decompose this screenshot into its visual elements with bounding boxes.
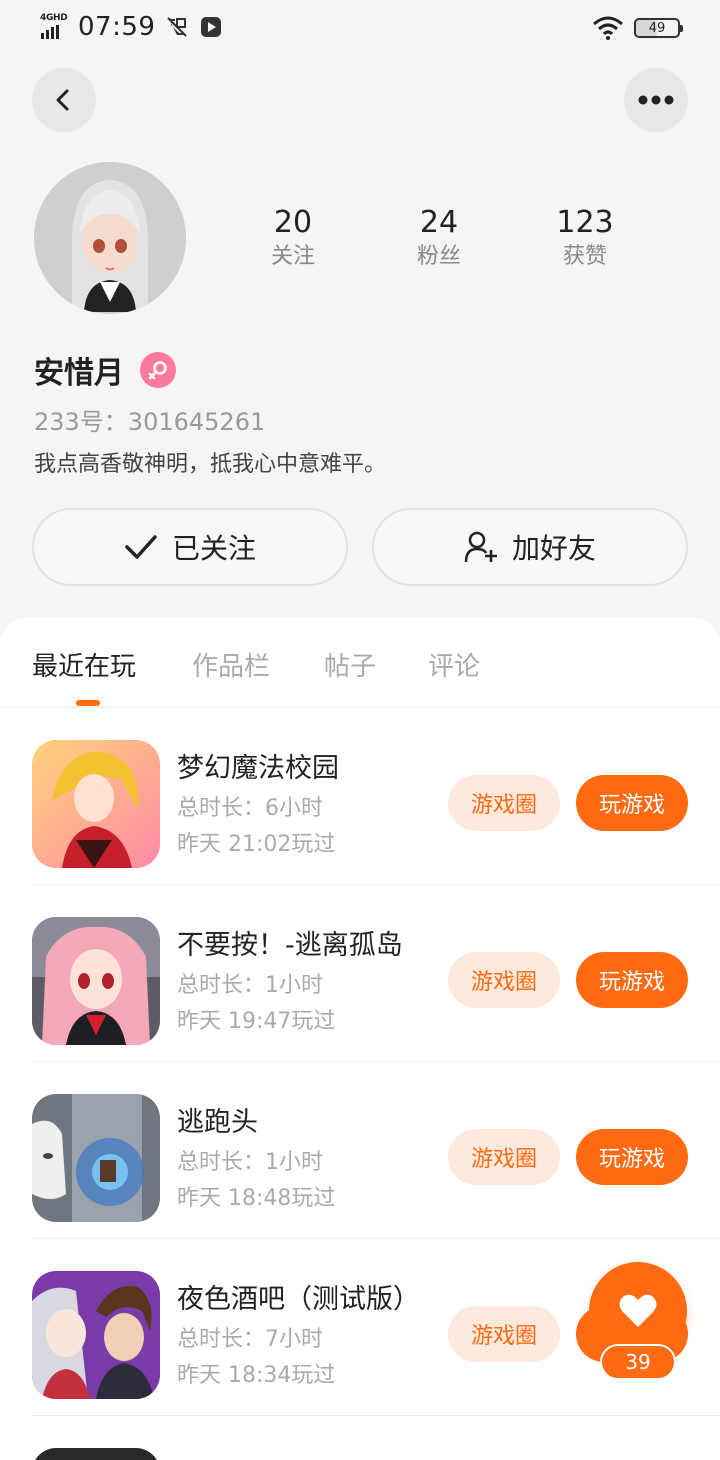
game-last-played: 昨天 18:48玩过 — [177, 1186, 336, 1211]
game-duration: 总时长：1小时 — [177, 1150, 323, 1175]
user-id: 233号：301645261 — [34, 408, 266, 436]
stat-following[interactable]: 20 关注 — [220, 204, 366, 272]
game-circle-button[interactable]: 游戏圈 — [448, 952, 560, 1008]
game-last-played: 昨天 18:34玩过 — [177, 1363, 336, 1388]
game-row[interactable]: 梦幻魔法校园 总时长：6小时 昨天 21:02玩过 游戏圈 玩游戏 — [32, 708, 720, 885]
tab-works[interactable]: 作品栏 — [192, 646, 270, 683]
play-game-button[interactable]: 玩游戏 — [576, 775, 688, 831]
username: 安惜月 — [34, 356, 124, 391]
chevron-left-icon — [56, 89, 69, 111]
back-button[interactable] — [32, 68, 96, 132]
status-bar: 4GHD 07:59 49 — [0, 0, 720, 56]
profile-stats: 20 关注 24 粉丝 123 获赞 — [220, 204, 660, 272]
signal-icon: 4GHD — [40, 13, 72, 41]
stat-label: 关注 — [270, 244, 315, 269]
tab-posts[interactable]: 帖子 — [324, 646, 376, 683]
game-row[interactable]: 逃跑头 总时长：1小时 昨天 18:48玩过 游戏圈 玩游戏 — [32, 1062, 720, 1239]
game-last-played: 昨天 21:02玩过 — [177, 832, 336, 857]
stat-value: 123 — [556, 205, 614, 240]
tab-bar: 最近在玩 作品栏 帖子 评论 — [0, 618, 720, 708]
tab-comments[interactable]: 评论 — [428, 646, 480, 683]
play-game-button[interactable]: 玩游戏 — [576, 1129, 688, 1185]
divider — [32, 1415, 720, 1416]
game-duration: 总时长：1小时 — [177, 973, 323, 998]
game-title: 逃跑头 — [177, 1107, 258, 1138]
like-count: 39 — [600, 1344, 676, 1380]
game-circle-button[interactable]: 游戏圈 — [448, 775, 560, 831]
more-dots-icon — [638, 95, 674, 105]
game-last-played: 昨天 19:47玩过 — [177, 1009, 336, 1034]
stat-label: 粉丝 — [416, 244, 461, 269]
game-circle-button[interactable]: 游戏圈 — [448, 1129, 560, 1185]
game-title: 梦幻魔法校园 — [177, 753, 339, 784]
tab-indicator — [76, 700, 100, 706]
game-title: 夜色酒吧（测试版） — [177, 1284, 420, 1315]
notification-icon — [167, 17, 188, 37]
user-bio: 我点高香敬神明，抵我心中意难平。 — [34, 452, 387, 477]
tab-recent[interactable]: 最近在玩 — [32, 646, 136, 683]
game-duration: 总时长：7小时 — [177, 1327, 323, 1352]
play-game-button[interactable]: 玩游戏 — [576, 952, 688, 1008]
stat-value: 20 — [273, 205, 313, 240]
battery-icon: 49 — [634, 18, 683, 38]
female-icon — [140, 352, 176, 388]
media-icon — [201, 17, 222, 37]
game-circle-button[interactable]: 游戏圈 — [448, 1306, 560, 1362]
following-label: 已关注 — [171, 532, 256, 565]
game-title: 不要按！-逃离孤岛 — [177, 930, 403, 961]
avatar[interactable] — [34, 162, 186, 314]
checkmark-icon — [125, 535, 157, 559]
game-duration: 总时长：6小时 — [177, 796, 323, 821]
avatar-image — [34, 162, 186, 314]
battery-level: 49 — [648, 20, 666, 36]
game-icon[interactable] — [32, 1271, 160, 1399]
stat-likes[interactable]: 123 获赞 — [512, 204, 658, 272]
more-button[interactable] — [624, 68, 688, 132]
wifi-icon — [593, 16, 623, 40]
stat-label: 获赞 — [562, 244, 607, 269]
username-row: 安惜月 — [34, 348, 176, 392]
game-row[interactable]: 不要按！-逃离孤岛 总时长：1小时 昨天 19:47玩过 游戏圈 玩游戏 — [32, 885, 720, 1062]
game-icon[interactable] — [32, 740, 160, 868]
game-icon[interactable] — [32, 1448, 160, 1460]
add-friend-button[interactable]: 加好友 — [372, 508, 688, 586]
clock: 07:59 — [78, 12, 156, 42]
stat-value: 24 — [419, 205, 459, 240]
network-type: 4GHD — [40, 13, 68, 23]
add-user-icon — [464, 531, 497, 563]
game-icon[interactable] — [32, 1094, 160, 1222]
following-button[interactable]: 已关注 — [32, 508, 348, 586]
game-icon[interactable] — [32, 917, 160, 1045]
stat-fans[interactable]: 24 粉丝 — [366, 204, 512, 272]
add-friend-label: 加好友 — [511, 532, 596, 565]
heart-icon — [619, 1294, 657, 1327]
